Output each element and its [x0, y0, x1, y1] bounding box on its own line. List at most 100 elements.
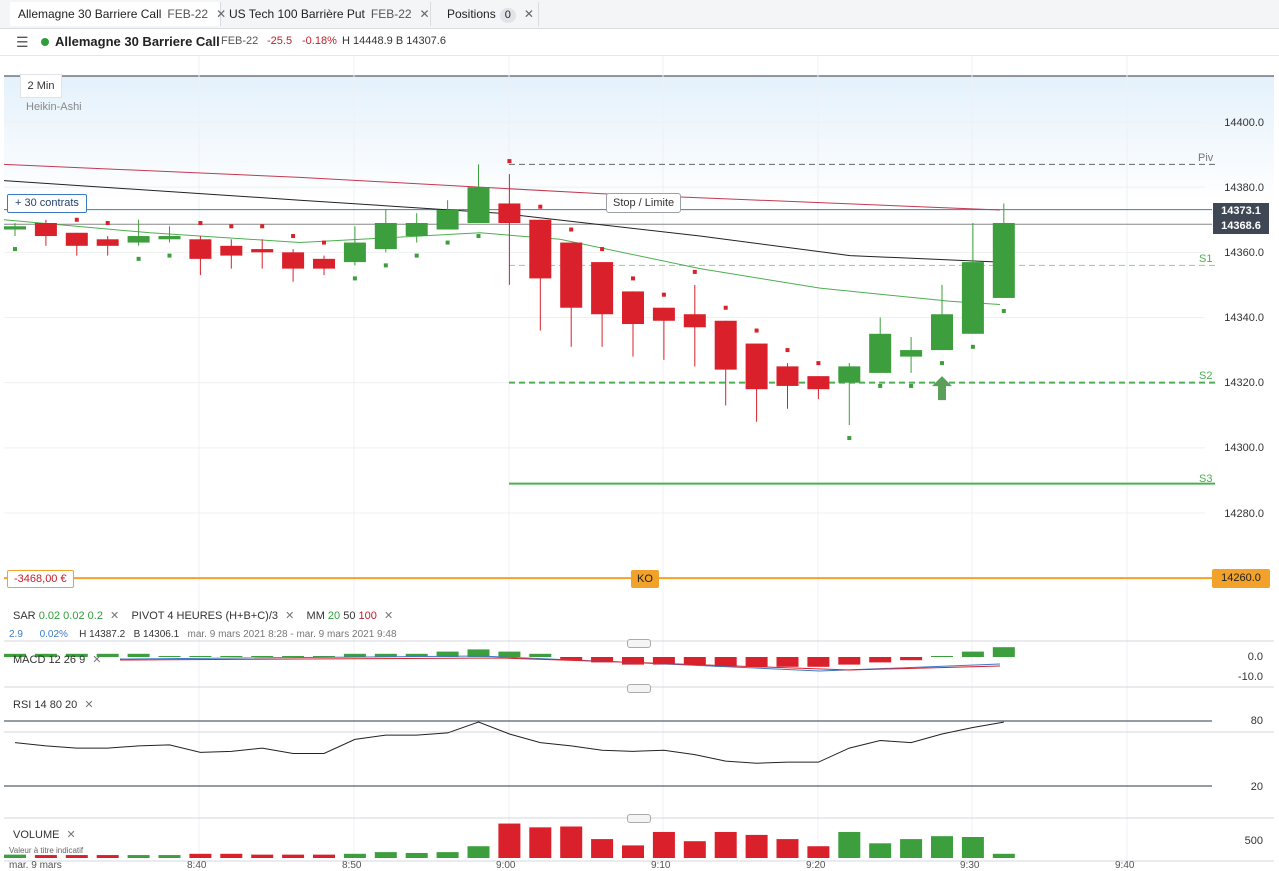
macd-name[interactable]: MACD: [13, 654, 45, 666]
candle-body: [4, 226, 26, 230]
tab-positions[interactable]: Positions 0 ✕: [431, 2, 539, 26]
sar-dot: [661, 292, 666, 297]
positions-count-badge: 0: [499, 8, 516, 23]
tab-expiry: FEB-22: [370, 7, 412, 21]
close-icon[interactable]: ✕: [92, 654, 101, 666]
macd-tick: -10.0: [1237, 671, 1263, 683]
macd-bar: [869, 657, 892, 663]
sar-dot: [538, 204, 543, 209]
sar-dot: [136, 256, 141, 261]
candle-body: [529, 219, 552, 279]
close-icon[interactable]: ✕: [84, 699, 93, 711]
panel-resize-handle[interactable]: [627, 684, 651, 693]
sar-dot: [878, 383, 883, 388]
pivot-label-s2: S2: [1199, 370, 1213, 382]
candle-body: [683, 314, 706, 328]
tab-us-tech-100[interactable]: US Tech 100 Barrière Put FEB-22 ✕: [221, 2, 431, 26]
pivot-param: 4 HEURES: [167, 610, 223, 622]
volume-bar: [807, 846, 830, 858]
macd-bar: [529, 653, 552, 657]
position-contracts-tag[interactable]: + 30 contrats: [7, 194, 87, 213]
volume-bar: [498, 823, 521, 858]
volume-bar: [189, 853, 212, 858]
sar-name[interactable]: SAR: [13, 610, 36, 622]
sar-dot: [445, 240, 450, 245]
macd-legend: MACD 12 26 9 ✕: [13, 653, 101, 666]
sar-dot: [692, 269, 697, 274]
panel-resize-handle[interactable]: [627, 814, 651, 823]
instrument-expiry: FEB-22: [221, 35, 259, 47]
tab-allemagne-30[interactable]: Allemagne 30 Barriere Call FEB-22 ✕: [10, 2, 226, 26]
ko-marker[interactable]: KO: [631, 570, 659, 588]
sar-dot: [74, 217, 79, 222]
mm-param: 50: [343, 610, 356, 622]
rsi-param: 14: [34, 699, 47, 711]
sar-dot: [600, 247, 605, 252]
tab-title: Allemagne 30 Barriere Call: [18, 7, 162, 21]
sar-dot: [569, 227, 574, 232]
sar-dot: [383, 263, 388, 268]
price-tick: 14320.0: [1224, 377, 1264, 389]
volume-bar: [992, 853, 1015, 858]
macd-line: [119, 655, 1001, 672]
stop-limit-handle[interactable]: Stop / Limite: [606, 193, 682, 213]
instrument-header: ☰ Allemagne 30 Barriere Call FEB-22 -25.…: [0, 29, 1279, 56]
candle-body: [961, 262, 984, 334]
candle-body: [436, 209, 459, 230]
candle-body: [714, 320, 737, 370]
candle-body: [96, 239, 119, 246]
candle-body: [992, 223, 1015, 298]
ko-level-box: 14260.0: [1212, 569, 1270, 588]
hamburger-icon[interactable]: ☰: [16, 34, 29, 51]
rsi-name[interactable]: RSI: [13, 699, 31, 711]
close-icon[interactable]: ✕: [420, 7, 430, 21]
close-icon[interactable]: ✕: [524, 7, 534, 21]
close-icon[interactable]: ✕: [67, 829, 76, 841]
mm-name[interactable]: MM: [307, 610, 325, 622]
indicator-legend: SAR 0.02 0.02 0.2 ✕ PIVOT 4 HEURES (H+B+…: [13, 609, 393, 622]
volume-legend: VOLUME ✕: [13, 828, 76, 841]
sar-dot: [754, 328, 759, 333]
price-chart[interactable]: [0, 56, 1279, 869]
sar-dot: [940, 361, 944, 366]
macd-bar: [807, 657, 830, 667]
volume-bar: [560, 826, 583, 858]
sar-dot: [105, 221, 110, 226]
candle-body: [189, 239, 212, 259]
macd-bar: [158, 656, 181, 657]
macd-bar: [220, 656, 243, 657]
macd-bar: [282, 656, 305, 657]
panel-resize-handle[interactable]: [627, 639, 651, 648]
pivot-name[interactable]: PIVOT: [131, 610, 164, 622]
chart-style-label: Heikin-Ashi: [26, 101, 82, 113]
volume-name[interactable]: VOLUME: [13, 829, 59, 841]
pivot-param: (H+B+C)/3: [225, 610, 279, 622]
volume-bar: [838, 831, 861, 858]
instrument-name: Allemagne 30 Barriere Call: [55, 34, 220, 49]
indicator-info-line: 2.9 0.02% H 14387.2 B 14306.1 mar. 9 mar…: [9, 629, 397, 640]
pnl-tag[interactable]: -3468,00 €: [7, 570, 74, 588]
macd-bar: [683, 657, 706, 665]
volume-bar: [436, 852, 459, 858]
volume-bar: [220, 853, 243, 858]
close-icon[interactable]: ✕: [384, 610, 393, 622]
price-tick: 14380.0: [1224, 182, 1264, 194]
macd-bar: [931, 656, 953, 657]
sar-dot: [631, 276, 635, 281]
sar-dot: [476, 234, 481, 239]
timeframe-selector[interactable]: 2 Min: [20, 74, 62, 98]
close-icon[interactable]: ✕: [285, 610, 294, 622]
tab-bar: Allemagne 30 Barriere Call FEB-22 ✕ US Tec…: [0, 0, 1279, 29]
price-tick: 14340.0: [1224, 312, 1264, 324]
price-tick: 14300.0: [1224, 442, 1264, 454]
volume-bar: [622, 845, 644, 858]
candle-body: [467, 187, 490, 224]
sar-dot: [909, 383, 914, 388]
close-icon[interactable]: ✕: [110, 610, 119, 622]
sar-dot: [816, 361, 821, 366]
candle-body: [560, 242, 583, 308]
candle-body: [251, 249, 274, 253]
ma-20-line: [3, 219, 1001, 305]
macd-bar: [900, 657, 923, 661]
candle-body: [65, 232, 88, 246]
